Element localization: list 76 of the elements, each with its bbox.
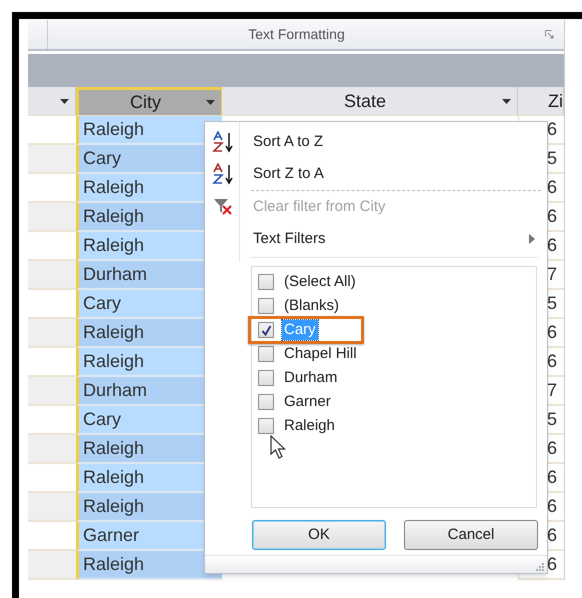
table-cell-text: Raleigh bbox=[83, 350, 144, 373]
table-cell-text: Cary bbox=[83, 408, 122, 431]
dropdown-arrow-icon[interactable] bbox=[502, 98, 511, 104]
column-label: Zi bbox=[548, 90, 563, 112]
checkbox[interactable] bbox=[258, 418, 274, 434]
row-cell bbox=[28, 551, 76, 580]
checkbox[interactable] bbox=[258, 346, 274, 362]
column-label: City bbox=[129, 91, 162, 114]
table-cell-text: 7 bbox=[547, 263, 558, 286]
row-cell bbox=[28, 261, 76, 290]
checkbox[interactable] bbox=[258, 370, 274, 386]
menu-item[interactable]: Text Filters bbox=[205, 223, 547, 255]
checkbox[interactable] bbox=[258, 298, 274, 314]
table-cell-text: Raleigh bbox=[83, 205, 144, 228]
check-icon bbox=[260, 324, 272, 336]
table-cell-text: Raleigh bbox=[83, 234, 144, 257]
value-option[interactable]: Garner bbox=[282, 392, 333, 412]
row-cell bbox=[28, 319, 76, 348]
table-cell-text: Garner bbox=[83, 524, 140, 547]
table-cell-text: 6 bbox=[547, 176, 558, 199]
table-cell-text: 6 bbox=[547, 205, 558, 228]
clear-filter-icon bbox=[213, 198, 233, 216]
table-cell-text: 6 bbox=[547, 553, 558, 576]
row-cell bbox=[28, 435, 76, 464]
group-label: Text Formatting bbox=[247, 24, 346, 44]
dialog-launcher-icon[interactable] bbox=[545, 30, 554, 39]
dropdown-arrow-icon[interactable] bbox=[206, 100, 215, 105]
table-cell-text: 5 bbox=[547, 147, 558, 170]
table-cell-text: Cary bbox=[83, 292, 122, 315]
table-cell-text: 6 bbox=[547, 437, 558, 460]
table-cell-text: 6 bbox=[547, 234, 558, 257]
sort-icon bbox=[212, 131, 234, 153]
table-cell-text: 6 bbox=[547, 350, 558, 373]
column-label: State bbox=[342, 90, 388, 112]
value-option[interactable]: (Select All) bbox=[282, 272, 358, 292]
table-cell-text: Raleigh bbox=[83, 176, 144, 199]
table-cell-text: 5 bbox=[547, 408, 558, 431]
table-cell-text: Raleigh bbox=[83, 553, 144, 576]
table-cell-text: 6 bbox=[547, 495, 558, 518]
row-cell bbox=[28, 145, 76, 174]
dropdown-arrow-icon[interactable] bbox=[60, 98, 69, 104]
sort-icon bbox=[212, 163, 234, 185]
table-cell-text: Durham bbox=[83, 379, 148, 402]
row-cell bbox=[28, 493, 76, 522]
checkbox[interactable] bbox=[258, 322, 274, 338]
table-cell-text: Durham bbox=[83, 263, 148, 286]
value-option[interactable]: Durham bbox=[282, 368, 340, 388]
table-cell-text: Raleigh bbox=[83, 437, 144, 460]
checkbox[interactable] bbox=[258, 394, 274, 410]
resize-grip-icon[interactable] bbox=[536, 563, 544, 571]
value-option[interactable]: (Blanks) bbox=[282, 296, 342, 316]
table-cell-text: Raleigh bbox=[83, 466, 144, 489]
ok-button[interactable]: OK bbox=[252, 520, 386, 550]
value-option[interactable]: Chapel Hill bbox=[282, 344, 359, 364]
table-cell-text: Raleigh bbox=[83, 495, 144, 518]
submenu-arrow-icon bbox=[529, 234, 535, 244]
table-cell-text: 6 bbox=[547, 466, 558, 489]
table-cell-text: 6 bbox=[547, 524, 558, 547]
table-cell-text: 5 bbox=[547, 292, 558, 315]
cancel-button[interactable]: Cancel bbox=[404, 520, 538, 550]
table-cell-text: 6 bbox=[547, 118, 558, 141]
table-cell-text: 6 bbox=[547, 321, 558, 344]
checkbox[interactable] bbox=[258, 274, 274, 290]
value-option[interactable]: Raleigh bbox=[282, 416, 337, 436]
column-header[interactable]: State bbox=[222, 87, 518, 115]
mouse-pointer-icon bbox=[270, 435, 288, 459]
row-cell bbox=[28, 377, 76, 406]
table-cell-text: Raleigh bbox=[83, 321, 144, 344]
table-cell-text: Cary bbox=[83, 147, 122, 170]
menu-item[interactable]: Sort A to Z bbox=[205, 126, 547, 158]
table-cell-text: 7 bbox=[547, 379, 558, 402]
menu-item[interactable]: Sort Z to A bbox=[205, 158, 547, 190]
row-cell bbox=[28, 203, 76, 232]
column-header[interactable]: Zi bbox=[518, 87, 564, 115]
table-cell-text: Raleigh bbox=[83, 118, 144, 141]
column-header[interactable]: City bbox=[76, 87, 222, 115]
